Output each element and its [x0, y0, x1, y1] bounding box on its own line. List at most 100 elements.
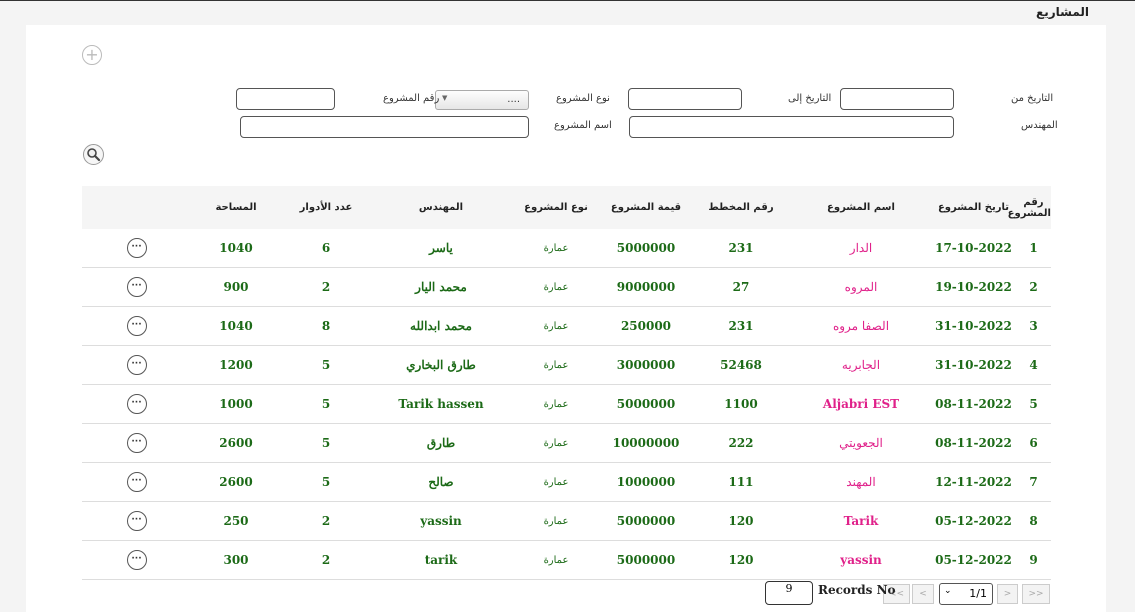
table-header-row: رقم المشروع تاريخ المشروع اسم المشروع رق… [82, 186, 1051, 229]
col-project-number: رقم المشروع [1008, 186, 1051, 229]
row-type: عمارة [511, 540, 601, 580]
table-row: 4 31-10-2022 الجابريه 52468 3000000 عمارة طارق… [82, 345, 1051, 385]
col-project-type: نوع المشروع [511, 186, 601, 229]
row-date: 08-11-2022 [931, 423, 1016, 463]
col-plan-number: رقم المخطط [691, 186, 791, 229]
first-page-button[interactable]: >> [1022, 584, 1050, 604]
page-select-value: 1/1 [969, 587, 987, 600]
ellipsis-circle-icon[interactable]: ··· [126, 511, 147, 531]
row-name: Tarik [791, 501, 931, 541]
row-name: المهند [791, 462, 931, 502]
table-row: 6 08-11-2022 الجعويتي 222 10000000 عمارة طارق 5… [82, 423, 1051, 463]
row-engineer: طارق البخاري [371, 345, 511, 385]
row-engineer: ياسر [371, 229, 511, 268]
row-engineer: صالح [371, 462, 511, 502]
row-number: 6 [1016, 423, 1051, 463]
table-row: 2 19-10-2022 المروه 27 9000000 عمارة محمد اليا… [82, 267, 1051, 307]
row-floors: 8 [281, 306, 371, 346]
ellipsis-circle-icon[interactable]: ··· [126, 238, 147, 258]
engineer-input[interactable] [629, 116, 954, 138]
ellipsis-circle-icon[interactable]: ··· [126, 316, 147, 336]
row-area: 250 [191, 501, 281, 541]
row-name: المروه [791, 267, 931, 307]
ellipsis-circle-icon[interactable]: ··· [126, 394, 147, 414]
row-floors: 2 [281, 501, 371, 541]
row-value: 1000000 [601, 462, 691, 502]
table-row: 7 12-11-2022 المهند 111 1000000 عمارة صالح 5 260… [82, 462, 1051, 502]
row-area: 1040 [191, 306, 281, 346]
row-floors: 5 [281, 345, 371, 385]
row-value: 5000000 [601, 501, 691, 541]
row-type: عمارة [511, 229, 601, 268]
row-number: 1 [1016, 229, 1051, 268]
ellipsis-circle-icon[interactable]: ··· [126, 433, 147, 453]
ellipsis-circle-icon[interactable]: ··· [126, 550, 147, 570]
row-plan-number: 52468 [691, 345, 791, 385]
row-plan-number: 120 [691, 540, 791, 580]
magnifier-icon [87, 148, 101, 162]
row-name: Aljabri EST [791, 384, 931, 424]
row-date: 05-12-2022 [931, 501, 1016, 541]
table-row: 5 08-11-2022 Aljabri EST 1100 5000000 عمارة Ta… [82, 384, 1051, 424]
row-plan-number: 222 [691, 423, 791, 463]
col-actions [82, 186, 191, 229]
row-type: عمارة [511, 345, 601, 385]
row-plan-number: 111 [691, 462, 791, 502]
row-floors: 2 [281, 540, 371, 580]
row-actions: ··· [82, 462, 191, 502]
row-area: 2600 [191, 423, 281, 463]
plus-circle-icon: + [85, 45, 99, 64]
row-floors: 2 [281, 267, 371, 307]
row-actions: ··· [82, 384, 191, 424]
add-project-button[interactable]: + [82, 45, 102, 65]
row-value: 5000000 [601, 384, 691, 424]
row-date: 31-10-2022 [931, 306, 1016, 346]
ellipsis-circle-icon[interactable]: ··· [126, 355, 147, 375]
page-select[interactable]: 1/1 ⌄ [939, 583, 993, 605]
date-to-label: التاريخ إلى [788, 93, 832, 104]
projects-panel: + التاريخ من التاريخ إلى نوع المشروع ...… [26, 25, 1106, 612]
row-actions: ··· [82, 306, 191, 346]
date-from-label: التاريخ من [1011, 93, 1054, 104]
row-value: 250000 [601, 306, 691, 346]
row-name: الصفا مروه [791, 306, 931, 346]
project-type-select[interactable]: .... ▼ [435, 90, 529, 110]
row-floors: 5 [281, 462, 371, 502]
row-actions: ··· [82, 345, 191, 385]
search-button[interactable] [83, 144, 104, 165]
col-floors: عدد الأدوار [281, 186, 371, 229]
row-value: 5000000 [601, 540, 691, 580]
project-name-label: اسم المشروع [554, 120, 612, 131]
next-page-button[interactable]: < [912, 584, 934, 604]
row-floors: 5 [281, 384, 371, 424]
project-type-value: .... [507, 94, 520, 105]
table-row: 8 05-12-2022 Tarik 120 5000000 عمارة yassin 2 25… [82, 501, 1051, 541]
project-number-input[interactable] [236, 88, 335, 110]
date-to-input[interactable] [628, 88, 742, 110]
records-count-value: 9 [765, 581, 813, 605]
table-row: 1 17-10-2022 الدار 231 5000000 عمارة ياسر 6 1040… [82, 229, 1051, 268]
project-number-label: رقم المشروع [383, 93, 440, 104]
row-area: 1200 [191, 345, 281, 385]
ellipsis-circle-icon[interactable]: ··· [126, 472, 147, 492]
row-plan-number: 27 [691, 267, 791, 307]
project-name-input[interactable] [240, 116, 529, 138]
row-type: عمارة [511, 306, 601, 346]
chevron-down-icon: ⌄ [944, 586, 952, 596]
date-from-input[interactable] [840, 88, 954, 110]
page-title: المشاريع [1036, 5, 1089, 19]
row-value: 10000000 [601, 423, 691, 463]
row-number: 9 [1016, 540, 1051, 580]
row-name: الجعويتي [791, 423, 931, 463]
prev-page-button[interactable]: > [997, 584, 1018, 604]
row-floors: 5 [281, 423, 371, 463]
row-number: 8 [1016, 501, 1051, 541]
row-actions: ··· [82, 540, 191, 580]
row-plan-number: 120 [691, 501, 791, 541]
col-project-date: تاريخ المشروع [931, 186, 1016, 229]
row-area: 2600 [191, 462, 281, 502]
ellipsis-circle-icon[interactable]: ··· [126, 277, 147, 297]
row-area: 900 [191, 267, 281, 307]
row-date: 31-10-2022 [931, 345, 1016, 385]
row-number: 3 [1016, 306, 1051, 346]
